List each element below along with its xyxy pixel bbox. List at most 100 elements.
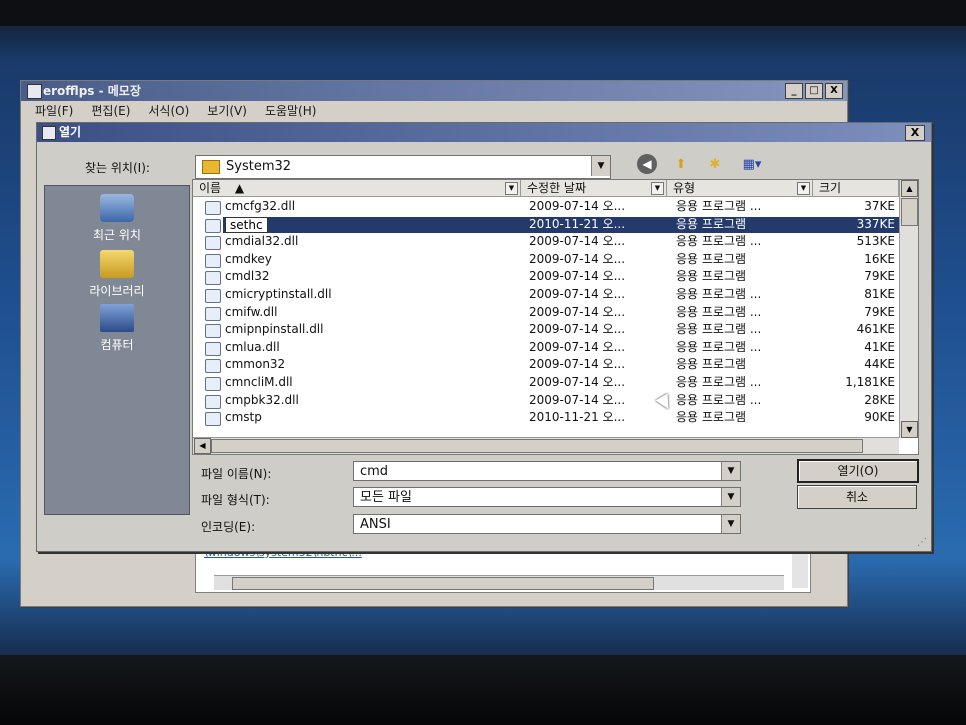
new-folder-button[interactable]: ✱ bbox=[703, 153, 727, 175]
file-date: 2010-11-21 오... bbox=[529, 410, 626, 425]
place-libraries-label: 라이브러리 bbox=[89, 284, 145, 298]
look-in-dropdown[interactable]: System32 ▼ bbox=[195, 155, 611, 179]
place-computer-label: 컴퓨터 bbox=[100, 338, 134, 352]
file-row[interactable]: cmcfg32.dll 2009-07-14 오... 응용 프로그램 ... 37K… bbox=[193, 198, 899, 216]
chevron-down-icon[interactable]: ▼ bbox=[651, 182, 664, 195]
places-bar: 최근 위치 라이브러리 컴퓨터 bbox=[44, 185, 190, 515]
cancel-button[interactable]: 취소 bbox=[797, 485, 917, 509]
file-icon bbox=[205, 218, 221, 233]
file-date: 2009-07-14 오... bbox=[529, 234, 626, 249]
file-name: cmdial32.dll bbox=[225, 234, 299, 249]
file-icon bbox=[205, 341, 221, 356]
notepad-menu-bar: 파일(F) 편집(E) 서식(O) 보기(V) 도움말(H) bbox=[21, 101, 847, 121]
menu-format[interactable]: 서식(O) bbox=[148, 101, 189, 121]
column-name[interactable]: 이름 ▲ ▼ bbox=[193, 180, 521, 196]
scroll-left-icon[interactable]: ◀ bbox=[194, 438, 211, 454]
file-row[interactable]: cmipnpinstall.dll 2009-07-14 오... 응용 프로그램 … bbox=[193, 321, 899, 339]
dialog-app-icon bbox=[42, 126, 56, 140]
file-size: 1,181KE bbox=[845, 374, 895, 389]
place-computer[interactable]: 컴퓨터 bbox=[45, 304, 189, 353]
file-row[interactable]: cmpbk32.dll 2009-07-14 오... 응용 프로그램 ... 28K… bbox=[193, 392, 899, 410]
file-name: cmicryptinstall.dll bbox=[225, 286, 332, 301]
horizontal-scroll-thumb[interactable] bbox=[211, 439, 863, 453]
filename-value: cmd bbox=[360, 464, 389, 479]
notepad-title: erofflps - 메모장 bbox=[43, 84, 141, 98]
place-libraries[interactable]: 라이브러리 bbox=[45, 250, 189, 299]
scroll-up-icon[interactable]: ▲ bbox=[901, 180, 918, 197]
filename-label: 파일 이름(N): bbox=[201, 467, 272, 481]
file-list-horizontal-scrollbar[interactable]: ◀ bbox=[193, 437, 899, 454]
menu-edit[interactable]: 편집(E) bbox=[91, 101, 130, 121]
open-button[interactable]: 열기(O) bbox=[797, 459, 919, 483]
file-type: 응용 프로그램 bbox=[676, 269, 747, 284]
new-folder-icon: ✱ bbox=[709, 156, 721, 172]
file-row[interactable]: cmlua.dll 2009-07-14 오... 응용 프로그램 ... 41KE bbox=[193, 339, 899, 357]
file-icon bbox=[205, 271, 221, 286]
chevron-down-icon[interactable]: ▼ bbox=[721, 515, 740, 533]
column-size-label: 크기 bbox=[819, 181, 842, 195]
column-size[interactable]: 크기 bbox=[813, 180, 899, 196]
file-type: 응용 프로그램 ... bbox=[676, 392, 762, 407]
file-icon bbox=[205, 359, 221, 374]
file-date: 2009-07-14 오... bbox=[529, 269, 626, 284]
encoding-select[interactable]: ANSI ▼ bbox=[353, 514, 741, 534]
scroll-down-icon[interactable]: ▼ bbox=[901, 421, 918, 438]
chevron-down-icon[interactable]: ▼ bbox=[797, 182, 810, 195]
column-date[interactable]: 수정한 날짜 ▼ bbox=[521, 180, 667, 196]
file-row[interactable]: cmdkey 2009-07-14 오... 응용 프로그램 16KE bbox=[193, 251, 899, 269]
minimize-button[interactable]: _ bbox=[785, 83, 803, 99]
file-name: cmcfg32.dll bbox=[225, 199, 296, 213]
file-type: 응용 프로그램 bbox=[676, 251, 747, 266]
open-dialog: 열기 X 찾는 위치(I): System32 ▼ ◀ ⬆ ✱ ▦▾ 최근 위치… bbox=[36, 122, 932, 552]
menu-file[interactable]: 파일(F) bbox=[35, 101, 73, 121]
filetype-value: 모든 파일 bbox=[360, 490, 412, 505]
folder-icon bbox=[202, 160, 220, 174]
menu-view[interactable]: 보기(V) bbox=[207, 101, 247, 121]
file-icon bbox=[205, 253, 221, 268]
column-type[interactable]: 유형 ▼ bbox=[667, 180, 813, 196]
file-type: 응용 프로그램 ... bbox=[676, 286, 762, 301]
file-row[interactable]: cmncliM.dll 2009-07-14 오... 응용 프로그램 ... 1,1… bbox=[193, 374, 899, 392]
filetype-select[interactable]: 모든 파일 ▼ bbox=[353, 487, 741, 507]
file-size: 16KE bbox=[864, 251, 895, 266]
scroll-thumb[interactable] bbox=[901, 198, 918, 226]
file-size: 37KE bbox=[864, 199, 895, 213]
chevron-down-icon[interactable]: ▼ bbox=[591, 156, 610, 176]
file-size: 79KE bbox=[864, 269, 895, 284]
encoding-value: ANSI bbox=[360, 517, 391, 532]
maximize-button[interactable]: □ bbox=[805, 83, 823, 99]
chevron-down-icon[interactable]: ▼ bbox=[721, 488, 740, 506]
file-date: 2009-07-14 오... bbox=[529, 251, 626, 266]
chevron-down-icon[interactable]: ▼ bbox=[505, 182, 518, 195]
column-date-label: 수정한 날짜 bbox=[527, 181, 587, 195]
filename-input[interactable]: cmd ▼ bbox=[353, 461, 741, 481]
file-row[interactable]: cmstp 2010-11-21 오... 응용 프로그램 90KE bbox=[193, 409, 899, 427]
file-name: cmipnpinstall.dll bbox=[225, 322, 324, 337]
back-button[interactable]: ◀ bbox=[635, 153, 659, 175]
dialog-close-button[interactable]: X bbox=[905, 125, 925, 141]
resize-grip-icon[interactable]: ⋰ bbox=[917, 537, 929, 549]
file-name: cmlua.dll bbox=[225, 339, 280, 354]
up-folder-button[interactable]: ⬆ bbox=[669, 153, 693, 175]
menu-help[interactable]: 도움말(H) bbox=[265, 101, 317, 121]
close-button[interactable]: X bbox=[825, 83, 843, 99]
file-row[interactable]: cmdl32 2009-07-14 오... 응용 프로그램 79KE bbox=[193, 268, 899, 286]
file-row[interactable]: cmdial32.dll 2009-07-14 오... 응용 프로그램 ... 51… bbox=[193, 233, 899, 251]
dialog-title-bar[interactable]: 열기 X bbox=[37, 123, 931, 142]
notepad-horizontal-scrollbar[interactable] bbox=[214, 575, 784, 590]
file-list[interactable]: 이름 ▲ ▼ 수정한 날짜 ▼ 유형 ▼ 크기 cmcfg32.dll 2009-… bbox=[192, 179, 919, 455]
notepad-title-bar[interactable]: erofflps - 메모장 _ □ X bbox=[21, 81, 847, 101]
file-icon bbox=[205, 394, 221, 409]
file-row[interactable]: cmmon32 2009-07-14 오... 응용 프로그램 44KE bbox=[193, 356, 899, 374]
file-row-selected[interactable]: sethc 2010-11-21 오... 응용 프로그램 337KE bbox=[193, 216, 899, 234]
column-header-row: 이름 ▲ ▼ 수정한 날짜 ▼ 유형 ▼ 크기 bbox=[193, 180, 899, 197]
file-row[interactable]: cmicryptinstall.dll 2009-07-14 오... 응용 프로그… bbox=[193, 286, 899, 304]
file-list-vertical-scrollbar[interactable]: ▲ ▼ bbox=[899, 180, 918, 438]
view-menu-button[interactable]: ▦▾ bbox=[737, 153, 767, 175]
file-name: cmdkey bbox=[225, 251, 272, 266]
file-size: 28KE bbox=[864, 392, 895, 407]
file-row[interactable]: cmifw.dll 2009-07-14 오... 응용 프로그램 ... 79KE bbox=[193, 304, 899, 322]
file-date: 2009-07-14 오... bbox=[529, 304, 626, 319]
chevron-down-icon[interactable]: ▼ bbox=[721, 462, 740, 480]
place-recent[interactable]: 최근 위치 bbox=[45, 194, 189, 243]
